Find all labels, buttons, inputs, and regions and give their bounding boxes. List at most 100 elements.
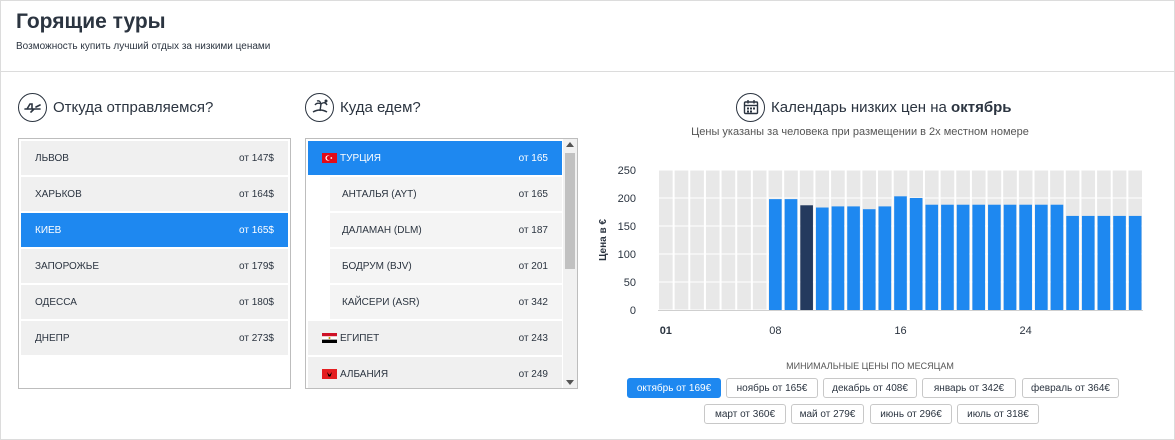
from-section-header: Откуда отправляемся? — [18, 92, 213, 122]
departure-city-item[interactable]: Киев от 165$ — [21, 213, 288, 248]
y-axis-label: Цена в € — [598, 219, 609, 261]
x-tick-label: 08 — [769, 325, 781, 337]
price-bar[interactable] — [831, 206, 845, 310]
month-price-button[interactable]: ноябрь от 165€ — [726, 378, 818, 398]
price-bar[interactable] — [1019, 204, 1032, 310]
departure-city-item[interactable]: Днепр от 273$ — [21, 321, 288, 356]
plane-icon — [18, 92, 47, 122]
month-price-button[interactable]: июнь от 296€ — [870, 404, 952, 424]
calendar-icon — [736, 92, 765, 122]
destination-price: от 165 — [518, 152, 548, 164]
price-bar[interactable] — [909, 198, 923, 310]
month-price-button[interactable]: декабрь от 408€ — [823, 378, 917, 398]
calendar-section-header: Календарь низких цен на октябрь — [736, 92, 1011, 122]
price-bar[interactable] — [941, 204, 954, 310]
price-bar[interactable] — [956, 204, 970, 310]
price-bar[interactable] — [988, 204, 1001, 310]
y-tick-label: 150 — [618, 221, 636, 233]
destination-price: от 187 — [518, 224, 548, 236]
y-tick-label: 100 — [618, 249, 636, 261]
destination-name: Албания — [340, 368, 389, 380]
month-price-button[interactable]: март от 360€ — [704, 404, 786, 424]
to-section-header: Куда едем? — [305, 92, 421, 122]
destination-city-item[interactable]: Анталья (AYT) от 165 — [330, 177, 562, 212]
price-bar[interactable] — [784, 199, 798, 310]
price-bar[interactable] — [894, 196, 907, 310]
price-bar[interactable] — [972, 204, 986, 310]
day-column-bg — [705, 170, 720, 310]
city-price: от 165$ — [239, 224, 274, 236]
destination-country-item[interactable]: Турция от 165 — [308, 141, 562, 176]
price-bar[interactable] — [847, 206, 860, 310]
price-bar[interactable] — [1081, 215, 1095, 310]
min-prices-label: Минимальные цены по месяцам — [786, 361, 954, 371]
destination-list-scrollbar[interactable] — [563, 139, 577, 388]
destination-country-item[interactable]: Египет от 243 — [308, 321, 562, 356]
y-tick-label: 0 — [630, 305, 636, 317]
price-bar[interactable] — [1050, 204, 1064, 310]
page-title: Горящие туры — [16, 10, 166, 33]
city-name: Киев — [35, 224, 62, 236]
departure-city-item[interactable]: Харьков от 164$ — [21, 177, 288, 212]
price-bar[interactable] — [1066, 215, 1079, 310]
calendar-title-month: октябрь — [951, 98, 1012, 116]
scroll-up-arrow-icon[interactable] — [566, 142, 574, 147]
destination-name: Бодрум (BJV) — [342, 260, 412, 272]
city-price: от 179$ — [239, 260, 274, 272]
departure-city-item[interactable]: Запорожье от 179$ — [21, 249, 288, 284]
from-section-title: Откуда отправляемся? — [53, 98, 214, 116]
city-name: Одесса — [35, 296, 77, 308]
departure-city-item[interactable]: Одесса от 180$ — [21, 285, 288, 320]
destination-label: Бодрум (BJV) — [342, 261, 412, 272]
price-bar[interactable] — [815, 207, 829, 310]
destination-label: Анталья (AYT) — [342, 189, 417, 200]
turkey-flag-icon — [322, 153, 337, 163]
destination-label: Албания — [322, 369, 388, 380]
price-bar[interactable] — [925, 204, 939, 310]
scroll-down-arrow-icon[interactable] — [566, 380, 574, 385]
price-bar[interactable] — [1113, 215, 1126, 310]
city-price: от 147$ — [239, 152, 274, 164]
price-bar[interactable] — [1003, 204, 1017, 310]
destination-name: Даламан (DLM) — [342, 224, 422, 236]
day-column-bg — [690, 170, 704, 310]
price-bar[interactable] — [1097, 215, 1111, 310]
destination-price: от 342 — [518, 296, 548, 308]
day-column-bg — [659, 170, 673, 310]
palm-island-icon — [305, 92, 334, 122]
y-tick-label: 250 — [618, 165, 636, 177]
price-bar[interactable] — [1128, 215, 1142, 310]
departure-city-item[interactable]: Львов от 147$ — [21, 141, 288, 176]
price-calendar-chart: 0 50 100 150 200 250 Цена в € 01 08 16 24 — [598, 165, 1143, 337]
price-bar[interactable] — [862, 209, 876, 310]
calendar-subtitle: Цены указаны за человека при размещении … — [691, 126, 1029, 138]
city-price: от 273$ — [239, 332, 274, 344]
month-price-button[interactable]: июль от 318€ — [957, 404, 1039, 424]
header: Горящие туры Возможность купить лучший о… — [0, 0, 1175, 72]
month-price-button[interactable]: май от 279€ — [791, 404, 864, 424]
price-bar[interactable] — [878, 206, 892, 310]
destination-label: Египет — [322, 333, 379, 344]
city-name: Запорожье — [35, 260, 100, 272]
day-column-bg — [721, 170, 736, 310]
x-tick-label: 16 — [894, 325, 906, 337]
destination-city-item[interactable]: Кайсери (ASR) от 342 — [330, 285, 562, 320]
month-price-button[interactable]: январь от 342€ — [922, 378, 1016, 398]
destination-city-item[interactable]: Даламан (DLM) от 187 — [330, 213, 562, 248]
destination-price: от 165 — [518, 188, 548, 200]
destination-city-item[interactable]: Бодрум (BJV) от 201 — [330, 249, 562, 284]
departure-city-list: Львов от 147$ Харьков от 164$ Киев от 165$ Зап… — [18, 138, 291, 389]
month-price-button[interactable]: октябрь от 169€ — [627, 378, 721, 398]
price-bar[interactable] — [1034, 204, 1048, 310]
destination-price: от 201 — [518, 260, 548, 272]
city-price: от 180$ — [239, 296, 274, 308]
city-price: от 164$ — [239, 188, 274, 200]
city-name: Днепр — [35, 332, 70, 344]
calendar-title-prefix: Календарь низких цен на — [771, 98, 947, 116]
price-bar[interactable] — [800, 205, 813, 310]
destination-country-item[interactable]: Албания от 249 — [308, 357, 562, 388]
scroll-thumb[interactable] — [565, 153, 575, 269]
month-price-button[interactable]: февраль от 364€ — [1022, 378, 1119, 398]
price-bar[interactable] — [769, 199, 782, 310]
y-tick-label: 50 — [624, 277, 636, 289]
